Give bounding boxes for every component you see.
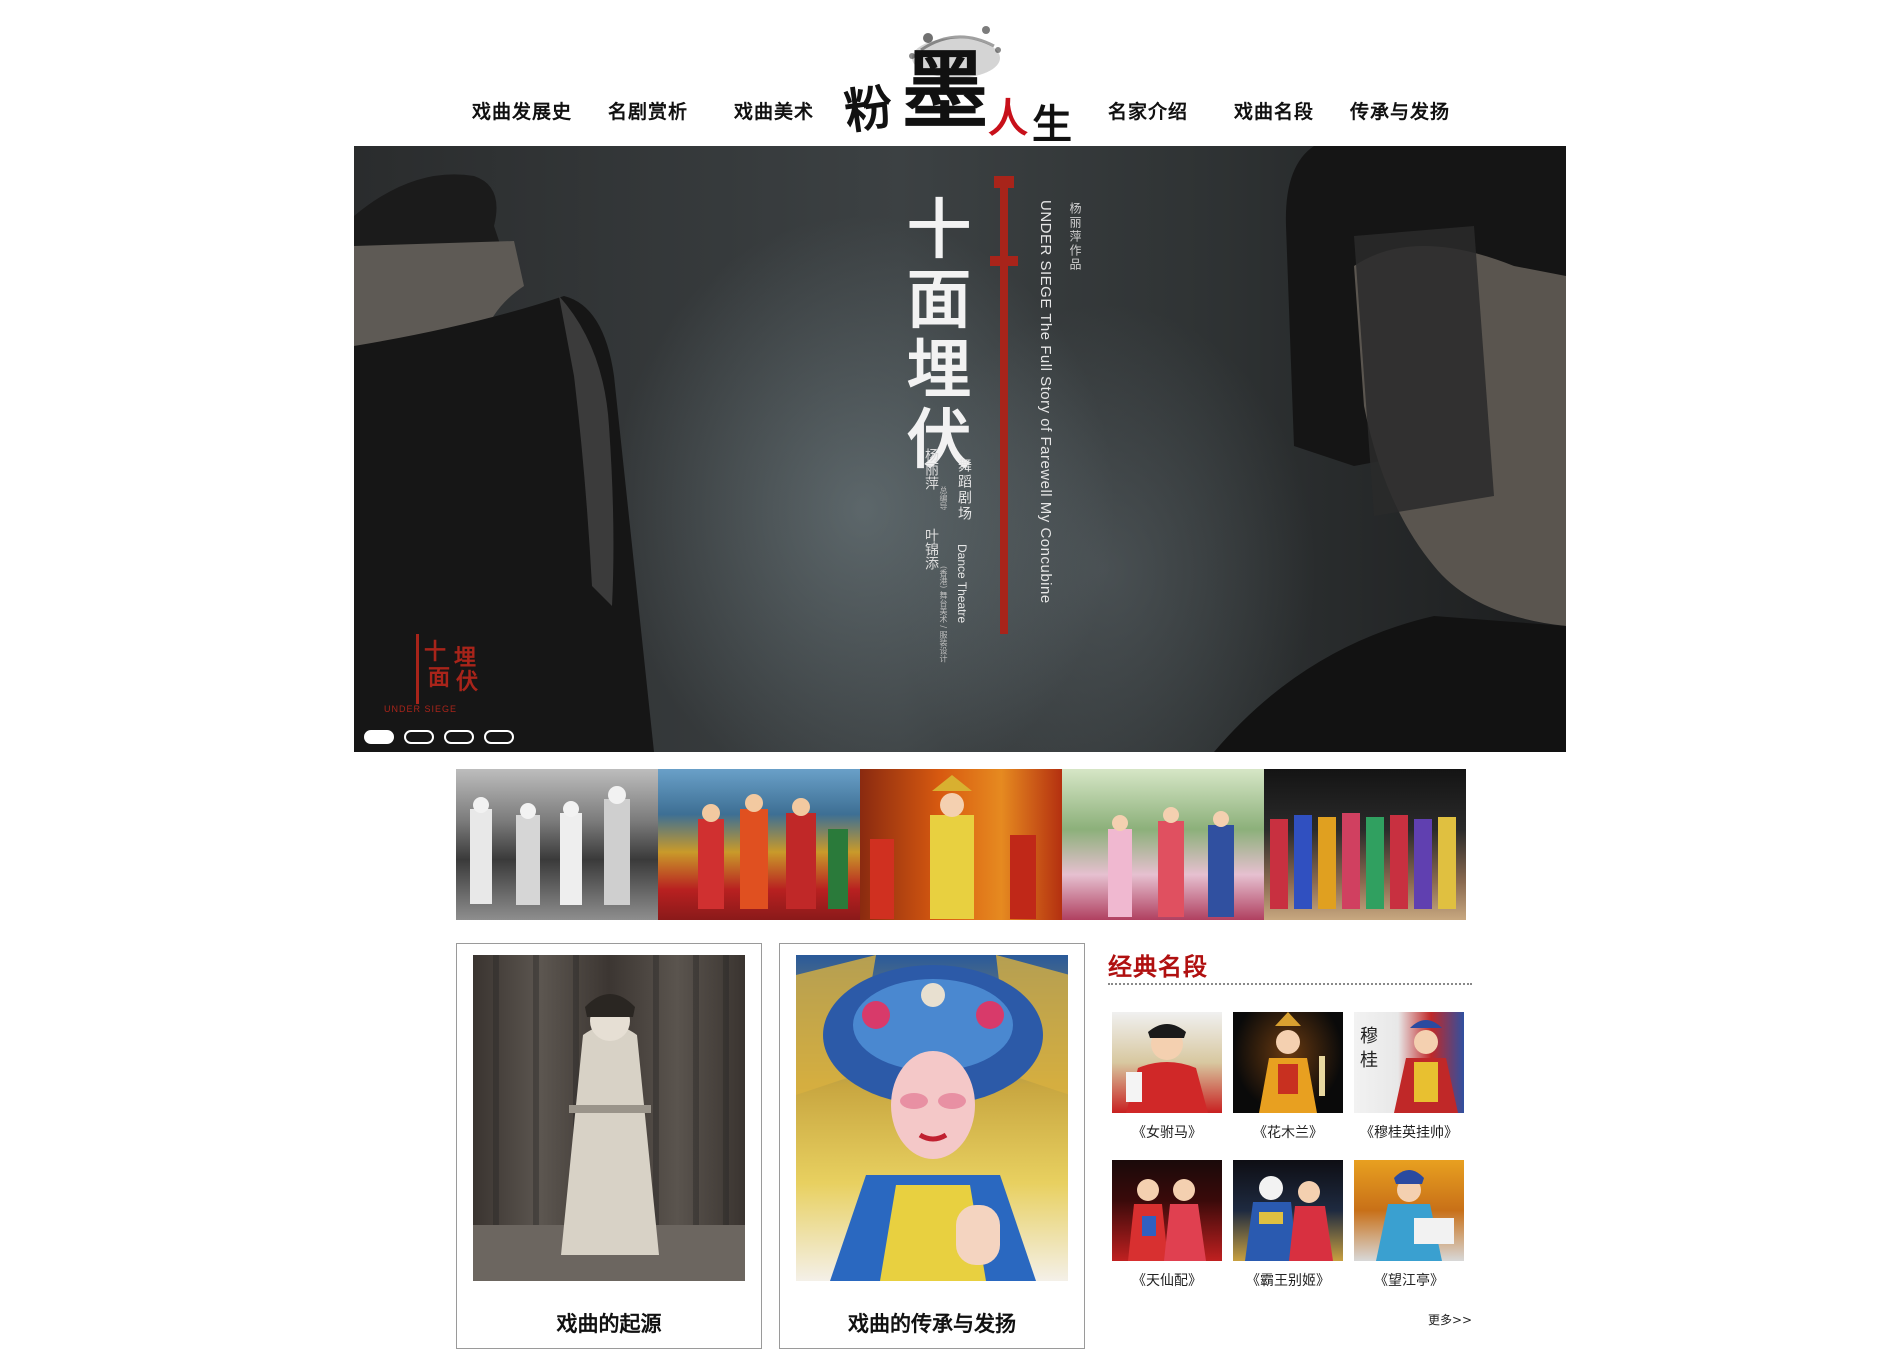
nav-item-history[interactable]: 戏曲发展史 bbox=[472, 97, 572, 124]
banner-english-title: UNDER SIEGE The Full Story of Farewell M… bbox=[1037, 200, 1054, 604]
classics-more-link[interactable]: 更多>> bbox=[1428, 1311, 1472, 1328]
svg-text:穆: 穆 bbox=[1360, 1026, 1378, 1047]
strip-photo-ensemble[interactable] bbox=[1264, 769, 1466, 920]
strip-photo-palace[interactable] bbox=[658, 769, 860, 920]
logo-char-3: 人 bbox=[988, 95, 1028, 142]
strip-photo-bw[interactable] bbox=[456, 769, 658, 920]
classics-title: 经典名段 bbox=[1108, 952, 1208, 981]
opera-headdress-photo bbox=[796, 955, 1068, 1281]
banner-name-b: 叶锦添 bbox=[923, 528, 939, 570]
banner-name-b-role: (香港) 舞台美术 / 服装设计 bbox=[939, 566, 948, 663]
banner-name-a: 杨丽萍 bbox=[923, 448, 939, 490]
slide-dot-3[interactable] bbox=[444, 730, 474, 744]
feature-card-origin[interactable]: 戏曲的起源 bbox=[456, 943, 762, 1349]
heritage-photo[interactable] bbox=[796, 955, 1068, 1281]
nv-fuma-actor-icon bbox=[1126, 1024, 1208, 1113]
right-veil-shape bbox=[1354, 226, 1494, 516]
banner-name-a-role: 总编导 bbox=[939, 486, 948, 510]
ensemble-actors-icon bbox=[1270, 813, 1456, 909]
feature-caption-origin[interactable]: 戏曲的起源 bbox=[457, 1308, 761, 1338]
slide-dot-1[interactable] bbox=[364, 730, 394, 744]
classic-label-6[interactable]: 《望江亭》 bbox=[1347, 1270, 1471, 1290]
strip-photo-garden[interactable] bbox=[1062, 769, 1264, 920]
hero-banner[interactable]: 十 面 埋 伏 UNDER SIEGE The Full Story of Fa… bbox=[354, 146, 1566, 752]
site-logo[interactable]: 粉 墨 人 生 bbox=[836, 16, 1086, 148]
slide-dot-4[interactable] bbox=[484, 730, 514, 744]
logo-char-1: 粉 bbox=[841, 78, 897, 142]
thumb-nv-fuma[interactable] bbox=[1112, 1012, 1222, 1113]
logo-char-2: 墨 bbox=[902, 40, 988, 141]
nav-item-excerpts[interactable]: 戏曲名段 bbox=[1234, 97, 1314, 124]
classic-label-3[interactable]: 《穆桂英挂帅》 bbox=[1347, 1122, 1471, 1142]
empress-actors-icon bbox=[870, 775, 1036, 919]
wang-jiang-ting-actor-icon bbox=[1376, 1170, 1454, 1261]
feature-card-heritage[interactable]: 戏曲的传承与发扬 bbox=[779, 943, 1085, 1349]
tian-xian-pei-actor-icon bbox=[1128, 1179, 1206, 1261]
mu-guiying-actor-icon: 穆 桂 bbox=[1360, 1020, 1458, 1113]
banner-corner-logo: 十 面 埋 伏 bbox=[424, 639, 479, 695]
classic-label-5[interactable]: 《霸王别姬》 bbox=[1226, 1270, 1350, 1290]
sepia-actress-photo bbox=[473, 955, 745, 1281]
banner-subtitle-en: Dance Theatre bbox=[955, 544, 969, 624]
strip-photo-empress[interactable] bbox=[860, 769, 1062, 920]
banner-credit: 杨丽萍作品 bbox=[1068, 202, 1082, 272]
thumb-wang-jiang-ting[interactable] bbox=[1354, 1160, 1464, 1261]
ba-wang-bie-ji-actor-icon bbox=[1245, 1176, 1333, 1261]
classics-divider bbox=[1108, 983, 1472, 985]
thumb-ba-wang-bie-ji[interactable] bbox=[1233, 1160, 1343, 1261]
garden-actors-icon bbox=[1108, 807, 1234, 917]
logo-char-4: 生 bbox=[1032, 101, 1072, 148]
palace-actors-icon bbox=[698, 794, 848, 909]
classic-label-4[interactable]: 《天仙配》 bbox=[1105, 1270, 1229, 1290]
thumb-mu-guiying[interactable]: 穆 桂 bbox=[1354, 1012, 1464, 1113]
nav-item-heritage[interactable]: 传承与发扬 bbox=[1350, 97, 1450, 124]
thumb-tian-xian-pei[interactable] bbox=[1112, 1160, 1222, 1261]
slide-dot-2[interactable] bbox=[404, 730, 434, 744]
thumb-hua-mulan[interactable] bbox=[1233, 1012, 1343, 1113]
banner-title: 十 面 埋 伏 bbox=[907, 193, 971, 478]
classic-label-1[interactable]: 《女驸马》 bbox=[1105, 1122, 1229, 1142]
feature-caption-heritage[interactable]: 戏曲的传承与发扬 bbox=[780, 1308, 1084, 1338]
svg-text:桂: 桂 bbox=[1360, 1050, 1378, 1071]
photo-strip[interactable] bbox=[456, 769, 1466, 920]
bw-actors-icon bbox=[470, 786, 630, 905]
right-coat-shape bbox=[1214, 616, 1566, 752]
banner-corner-en: UNDER SIEGE bbox=[384, 704, 458, 714]
slide-indicator bbox=[364, 730, 514, 744]
nav-item-appreciation[interactable]: 名剧赏析 bbox=[608, 97, 688, 124]
nav-item-masters[interactable]: 名家介绍 bbox=[1108, 97, 1188, 124]
nav-item-art[interactable]: 戏曲美术 bbox=[734, 97, 814, 124]
hua-mulan-actor-icon bbox=[1259, 1012, 1325, 1113]
red-sword-icon bbox=[1000, 184, 1008, 634]
classic-label-2[interactable]: 《花木兰》 bbox=[1226, 1122, 1350, 1142]
banner-subtitle: 舞蹈剧场 bbox=[956, 458, 972, 522]
origin-photo[interactable] bbox=[473, 955, 745, 1281]
